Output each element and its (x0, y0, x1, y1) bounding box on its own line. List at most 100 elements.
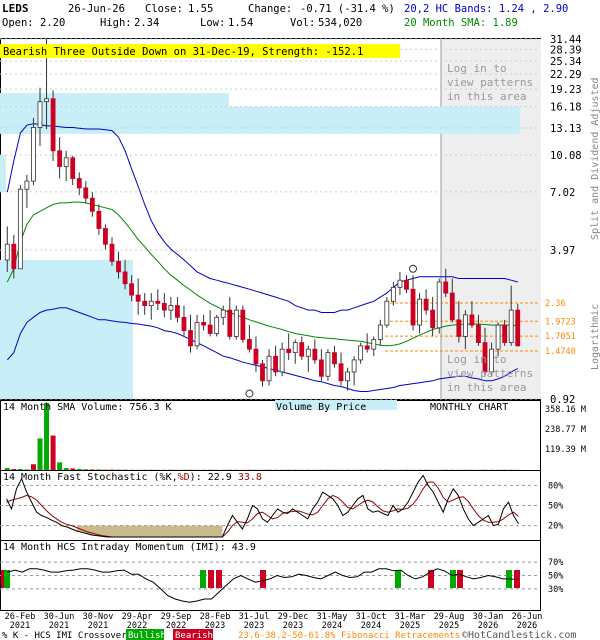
x-tick-label: 2023 (283, 621, 303, 631)
low-value: 1.54 (228, 17, 253, 29)
high-value: 2.34 (134, 17, 159, 29)
candle (103, 228, 108, 245)
candle (351, 359, 357, 373)
x-tick-label: 2024 (361, 621, 381, 631)
price-tick-label: 19.23 (550, 84, 582, 96)
candle (390, 286, 396, 302)
login-text-top-2: view patterns (447, 76, 533, 89)
candle (83, 187, 89, 199)
x-tick-label: 2025 (400, 621, 420, 631)
volume-tick-label: 119.39 M (545, 445, 586, 455)
fibonacci-label: 1.7051 (545, 332, 576, 342)
volume-by-price-zone (0, 106, 520, 134)
candle (384, 300, 390, 326)
fibonacci-label: 1.4740 (545, 347, 576, 357)
price-tick-label: 22.29 (550, 69, 582, 81)
candle (502, 324, 508, 343)
candle (260, 363, 265, 382)
candle (214, 316, 220, 334)
candle (364, 345, 370, 350)
candle (194, 322, 200, 347)
bearish-crossover-marker (208, 570, 214, 588)
x-tick-label: 2021 (10, 621, 30, 631)
candle (266, 355, 272, 382)
sma-legend: 20 Month SMA: 1.89 (404, 17, 518, 29)
candle (76, 178, 82, 189)
candle (397, 279, 403, 288)
candle (430, 309, 436, 329)
volume-bar (83, 469, 89, 470)
bearish-crossover-marker (457, 570, 463, 588)
footer-legend: % K - HCS IMI Crossover, (2, 631, 132, 640)
open-value: 2.20 (40, 17, 65, 29)
imi-tick-label: 30% (548, 585, 563, 595)
candle (469, 314, 475, 326)
volume-by-price-zone (0, 93, 229, 107)
bearish-text: Bearish (175, 631, 213, 640)
candle (37, 101, 43, 128)
candle (371, 339, 377, 350)
date: 26-Jun-26 (68, 3, 125, 15)
stochastic-tick-label: 50% (548, 502, 563, 512)
chart-type-label: MONTHLY CHART (430, 402, 508, 413)
candle (456, 319, 462, 337)
stochastic-tick-label: 80% (548, 481, 563, 491)
candle (89, 197, 95, 212)
open-label: Open: (2, 17, 34, 29)
candle (417, 298, 422, 326)
candle (345, 371, 350, 382)
login-text-top-1: Log in to (447, 62, 507, 75)
volume-bar (11, 469, 17, 470)
candle (148, 300, 154, 306)
candle (476, 324, 481, 343)
imi-title: 14 Month HCS Intraday Momentum (IMI): 43… (3, 542, 256, 553)
bullish-text: Bullish (128, 631, 166, 640)
candle (240, 309, 246, 340)
price-panel: 2.361.97231.70511.4740 31.4428.3925.3422… (0, 34, 582, 406)
stochastic-panel: 80%50%20% 14 Month Fast Stochastic (%K,%… (0, 470, 563, 541)
candle (188, 330, 193, 347)
pattern-banner-text: Bearish Three Outside Down on 31-Dec-19,… (3, 46, 363, 58)
stochastic-close: ): (190, 472, 202, 483)
candle (436, 281, 442, 329)
stochastic-k-label: %K (160, 472, 172, 483)
candle (286, 348, 292, 354)
candle (227, 309, 233, 337)
candle (50, 98, 56, 152)
price-tick-label: 10.08 (550, 150, 582, 162)
price-tick-label: 16.18 (550, 102, 582, 114)
candle (96, 210, 102, 229)
vol-value: 534,020 (318, 17, 362, 29)
candle (325, 352, 331, 377)
volume-bar (37, 438, 43, 470)
candle (299, 342, 305, 357)
candle (508, 309, 514, 343)
candle (17, 188, 23, 270)
candle (109, 243, 115, 262)
price-tick-label: 25.34 (550, 56, 582, 68)
login-text-bottom-3: in this area (447, 381, 526, 394)
volume-tick-label: 358.16 M (545, 405, 586, 415)
stock-chart: LEDS 26-Jun-26 Close: 1.55 Change: -0.71… (0, 2, 600, 640)
hc-bands-legend: 20,2 HC Bands: 1.24 , 2.90 (404, 3, 568, 15)
volume-bar (44, 403, 50, 470)
candle (449, 292, 455, 321)
candle (338, 363, 344, 382)
candle (404, 279, 409, 290)
candle (410, 288, 416, 326)
candle (207, 324, 213, 334)
candle (318, 359, 324, 377)
login-text-bottom-2: view patterns (447, 367, 533, 380)
volume-by-price-label: Volume By Price (276, 402, 366, 413)
candle (423, 298, 429, 311)
imi-tick-label: 50% (548, 572, 563, 582)
fibonacci-label: 2.36 (545, 299, 565, 309)
login-text-top-3: in this area (447, 90, 526, 103)
volume-bar (57, 462, 63, 470)
volume-bar (17, 469, 23, 470)
price-tick-label: 28.39 (550, 44, 582, 56)
candle (57, 150, 63, 167)
candle (129, 283, 135, 296)
bullish-crossover-marker (200, 570, 206, 588)
volume-bar (96, 469, 102, 470)
